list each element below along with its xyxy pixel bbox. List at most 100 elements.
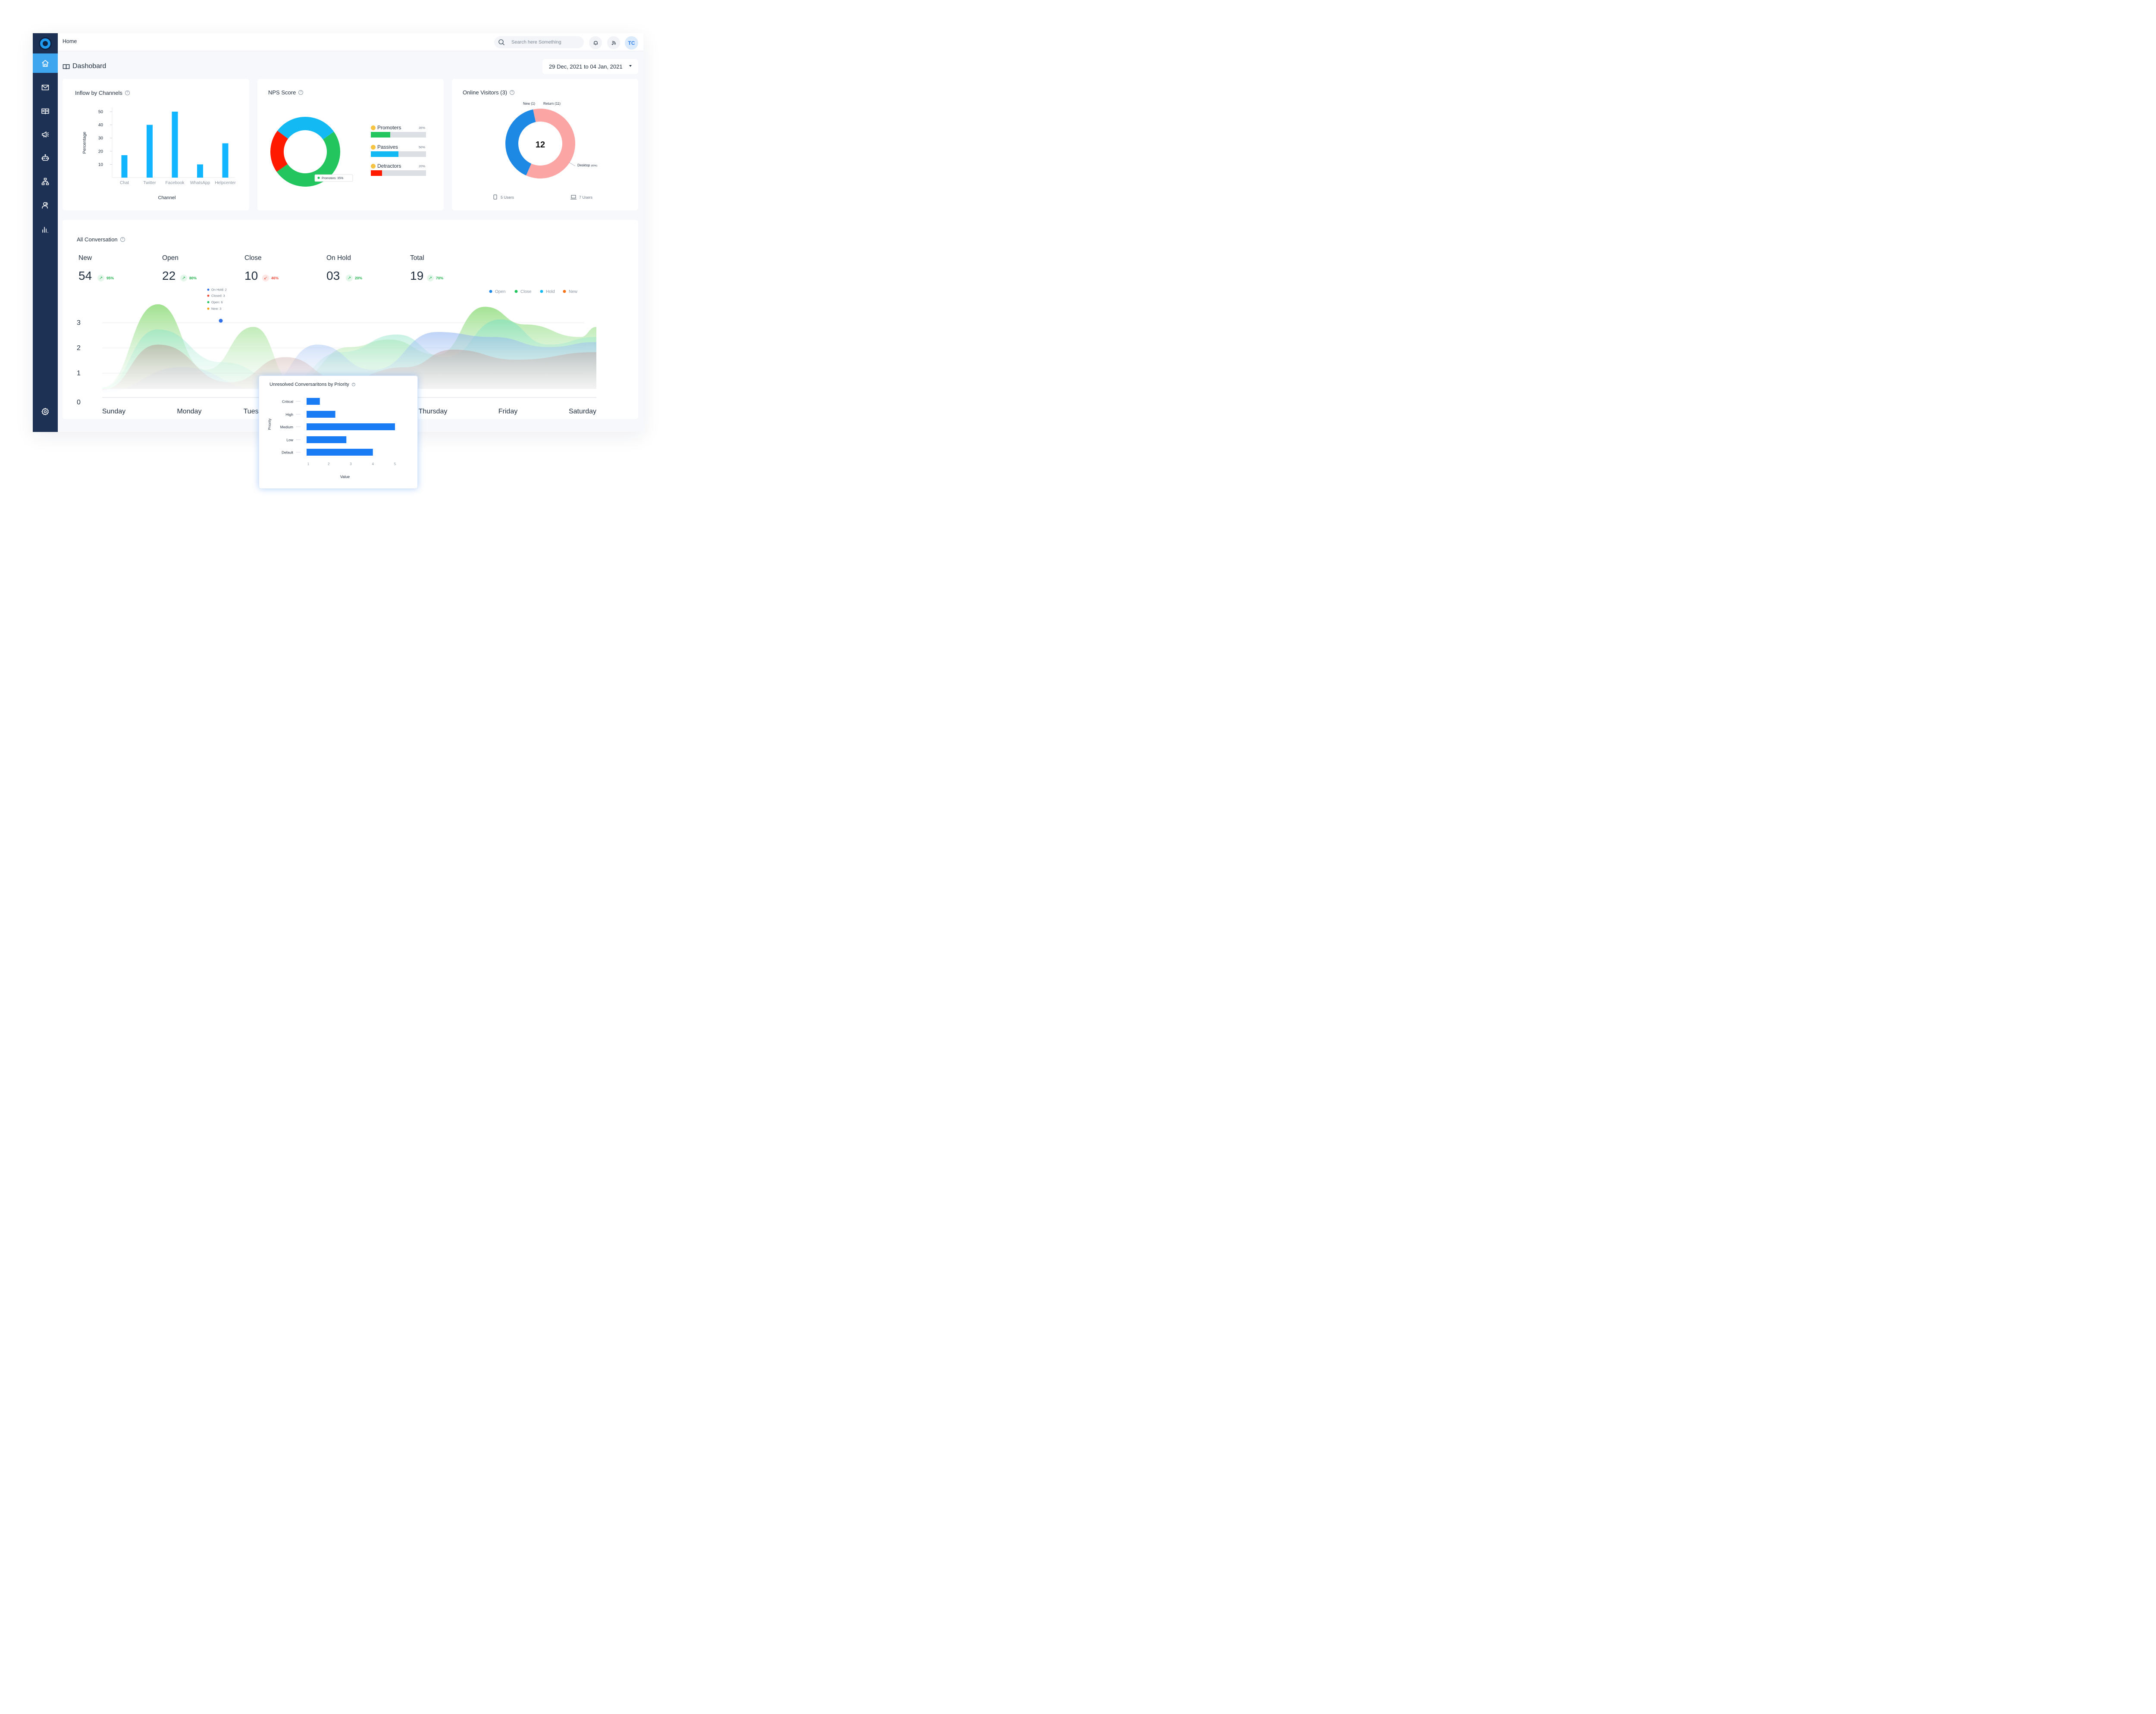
x-tick-label: Monday (177, 408, 202, 415)
conversation-card-title: All Conversation ? (77, 236, 125, 243)
nps-legend-pct: 20% (419, 164, 426, 168)
legend-label[interactable]: Hold (546, 290, 555, 294)
help-icon[interactable]: ? (298, 90, 304, 95)
x-tick-label: 4 (372, 462, 374, 466)
x-axis-label: Value (340, 475, 350, 479)
bar[interactable] (307, 411, 335, 418)
bar[interactable] (172, 112, 178, 178)
conversation-title-text: All Conversation (77, 236, 118, 243)
stat-on-hold: On Hold 03 ↗ 20% (326, 254, 362, 282)
y-axis-label: Priority (267, 418, 272, 430)
search-box[interactable] (494, 36, 584, 48)
trend-up-icon: ↗ (346, 275, 353, 281)
x-tick-label: Helpcenter (215, 181, 236, 185)
trend-up-icon: ↗ (427, 275, 434, 281)
y-tick-label: Default (282, 450, 294, 455)
stat-value: 54 (78, 269, 92, 282)
stat-pct: 70% (436, 276, 444, 280)
sidebar-item-reports[interactable] (33, 219, 58, 239)
visitors-desktop-label: Desktop (60%) (577, 163, 597, 167)
stat-value: 22 (162, 269, 176, 282)
legend-label[interactable]: Open (495, 290, 505, 294)
y-tick-label: 40 (98, 123, 103, 128)
bar[interactable] (197, 164, 203, 178)
stat-value: 10 (244, 269, 258, 282)
gear-icon (41, 407, 49, 415)
y-axis-label: Percentage (82, 131, 87, 154)
sidebar-item-organization[interactable] (33, 172, 58, 191)
x-tick-label: Sunday (102, 408, 125, 415)
tooltip-line: Open: 6 (211, 300, 223, 304)
x-tick-label: Friday (498, 408, 517, 415)
visitors-return-label: Return (11) (543, 102, 561, 106)
bar[interactable] (307, 398, 320, 405)
stat-pct: 80% (189, 276, 197, 280)
y-tick-label: Medium (280, 425, 293, 429)
y-tick-label: 10 (98, 163, 103, 167)
breadcrumb[interactable]: Home (63, 38, 77, 44)
help-icon[interactable]: ? (120, 237, 125, 242)
x-tick-label: Facebook (166, 181, 185, 185)
stat-total: Total 19 ↗ 70% (410, 254, 443, 282)
tooltip-line: New: 3 (211, 307, 221, 311)
y-tick-label: Critical (282, 400, 293, 404)
x-axis-label: Channel (158, 195, 176, 200)
y-tick-label: 50 (98, 110, 103, 115)
sidebar-item-inbox[interactable] (33, 78, 58, 97)
notifications-button[interactable] (589, 36, 602, 49)
date-range-picker[interactable]: 29 Dec, 2021 to 04 Jan, 2021 (542, 59, 638, 74)
bar[interactable] (121, 155, 128, 178)
app-logo[interactable] (39, 37, 52, 50)
donut-slice[interactable] (277, 117, 334, 140)
nps-legend-pct: 50% (419, 145, 426, 149)
bar[interactable] (307, 436, 347, 443)
legend-label[interactable]: Close (520, 290, 532, 294)
desktop-users: 7 Users (579, 195, 593, 200)
search-input[interactable] (511, 38, 580, 46)
y-tick-label: 20 (98, 149, 103, 154)
nps-legend-bar (371, 132, 390, 138)
y-tick-label: 3 (77, 319, 81, 327)
sidebar-item-contacts[interactable] (33, 195, 58, 215)
legend-label[interactable]: New (569, 290, 578, 294)
bar-chart-icon (42, 226, 48, 233)
bell-icon (593, 41, 598, 45)
sidebar-item-home[interactable] (33, 53, 58, 73)
page-title: Dashobard (63, 63, 106, 70)
stat-label: New (78, 254, 92, 262)
donut-slice[interactable] (270, 131, 288, 172)
stat-pct: 95% (107, 276, 114, 280)
sidebar-item-bots[interactable] (33, 148, 58, 167)
legend-swatch (514, 290, 518, 293)
stat-pct: 46% (271, 276, 279, 280)
x-tick-label: 5 (394, 462, 396, 466)
home-icon (42, 59, 49, 67)
tooltip-marker[interactable] (219, 319, 223, 323)
legend-swatch (540, 290, 543, 293)
x-tick-label: 2 (328, 462, 330, 466)
y-tick-label: Low (286, 438, 293, 442)
stat-label: Total (410, 254, 424, 262)
date-range-text: 29 Dec, 2021 to 04 Jan, 2021 (549, 63, 623, 70)
sidebar-item-campaigns[interactable] (33, 125, 58, 144)
user-avatar[interactable]: TC (625, 36, 638, 50)
broadcast-button[interactable] (607, 36, 620, 49)
sidebar-item-knowledge-base[interactable] (33, 101, 58, 121)
priority-bar-chart: Critical High Medium Low Default 1 2 3 4 5 Value Pr… (267, 398, 396, 479)
stat-label: Close (244, 254, 262, 262)
bar[interactable] (147, 125, 153, 178)
trend-down-icon: ↙ (262, 275, 269, 281)
nps-legend-bar (371, 170, 382, 176)
y-tick-label: 30 (98, 136, 103, 141)
bar[interactable] (307, 423, 395, 430)
bar[interactable] (307, 449, 373, 456)
nps-tooltip-text: Promoters: 35% (322, 177, 343, 180)
stat-new: New 54 ↗ 95% (78, 254, 114, 282)
neutral-face-icon (371, 144, 376, 150)
hierarchy-icon (41, 178, 49, 185)
bar[interactable] (222, 143, 229, 178)
sad-face-icon (371, 163, 376, 169)
x-tick-label: Chat (120, 181, 129, 185)
sidebar-item-settings[interactable] (33, 402, 58, 421)
page-title-text: Dashobard (72, 63, 107, 70)
